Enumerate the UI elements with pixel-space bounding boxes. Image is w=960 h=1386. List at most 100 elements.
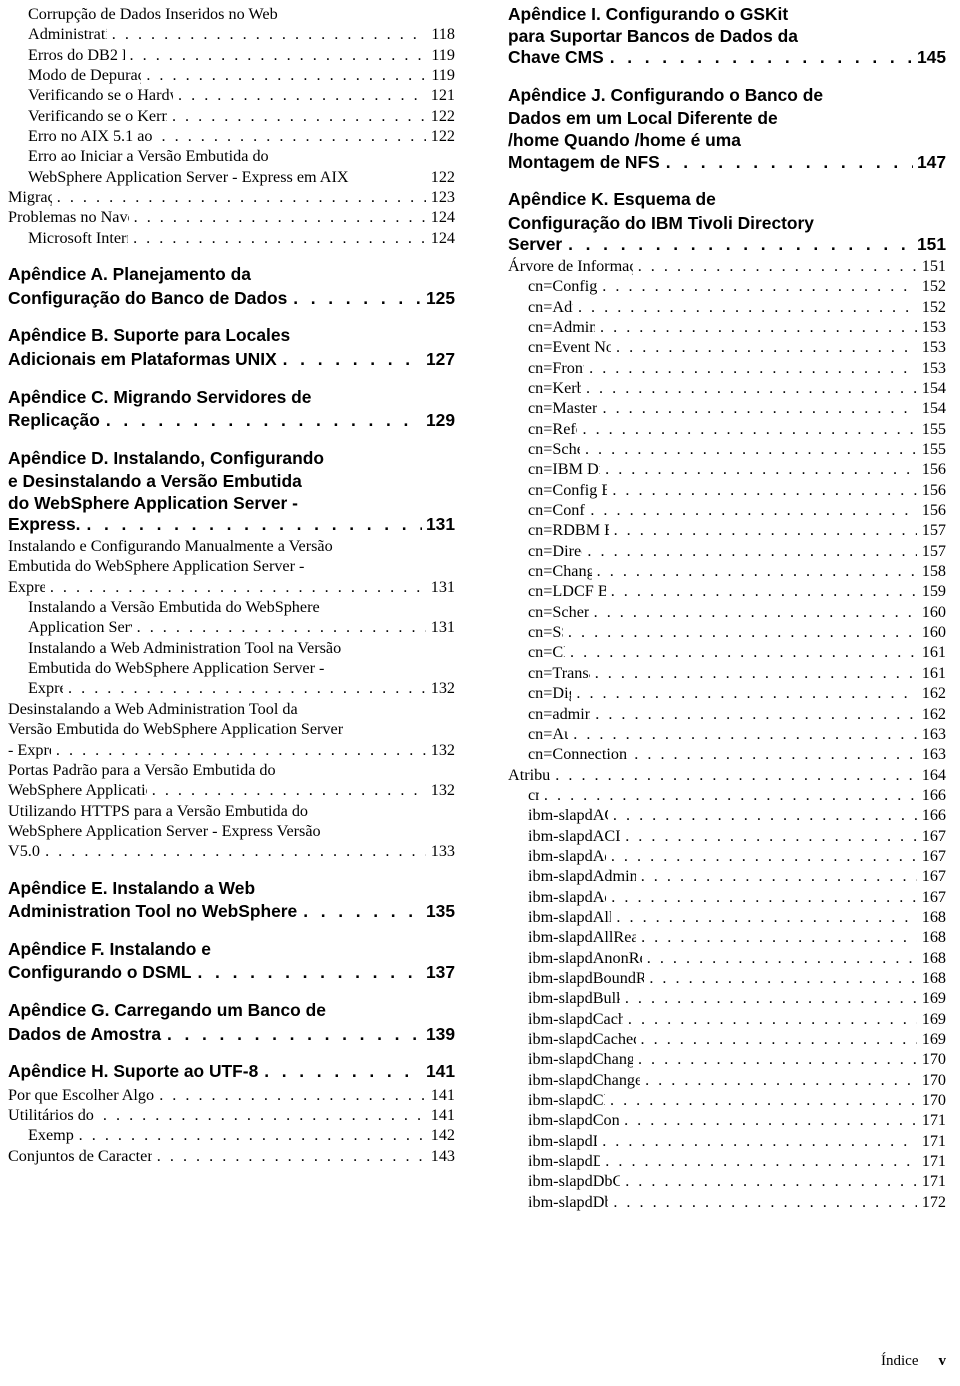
toc-appendix-heading[interactable]: Dados em um Local Diferente de [508,108,946,130]
toc-entry[interactable]: ibm-slapdBoundReapingThreshold. . . . . … [508,968,946,988]
toc-entry[interactable]: cn=RDBM Backends. . . . . . . . . . . . … [508,520,946,540]
toc-entry[interactable]: Utilizando HTTPS para a Versão Embutida … [8,801,455,821]
toc-entry[interactable]: Verificando se o Kernel do AIX é de 64 B… [8,106,455,126]
toc-entry[interactable]: cn=Event Notification. . . . . . . . . .… [508,337,946,357]
toc-entry[interactable]: cn=SSL. . . . . . . . . . . . . . . . . … [508,622,946,642]
toc-entry[interactable]: Instalando a Web Administration Tool na … [8,638,455,658]
toc-entry[interactable]: WebSphere Application Server - Express. … [8,780,455,800]
toc-appendix-heading[interactable]: Express.. . . . . . . . . . . . . . . . … [8,514,455,536]
toc-entry[interactable]: Administration Tool. . . . . . . . . . .… [8,24,455,44]
toc-entry[interactable]: Express. . . . . . . . . . . . . . . . .… [8,577,455,597]
toc-entry[interactable]: cn=Directory . . . . . . . . . . . . . . … [508,541,946,561]
toc-entry[interactable]: cn=SchemaDB. . . . . . . . . . . . . . .… [508,602,946,622]
toc-entry[interactable]: ibm-slapdDBAlias. . . . . . . . . . . . … [508,1151,946,1171]
toc-entry[interactable]: ibm-slapdACLCacheSize. . . . . . . . . .… [508,826,946,846]
toc-entry[interactable]: ibm-slapdAdminGroupEnabled. . . . . . . … [508,866,946,886]
toc-entry[interactable]: ibm-slapdAdminPW . . . . . . . . . . . . … [508,887,946,907]
toc-entry[interactable]: cn=Admin. . . . . . . . . . . . . . . . … [508,297,946,317]
toc-entry[interactable]: ibm-slapdCachedAttributeSize.. . . . . .… [508,1029,946,1049]
toc-entry[interactable]: cn=Master Server. . . . . . . . . . . . … [508,398,946,418]
toc-appendix-heading[interactable]: /home Quando /home é uma [508,130,946,152]
toc-appendix-heading[interactable]: Montagem de NFS. . . . . . . . . . . . .… [508,152,946,174]
toc-appendix-heading[interactable]: Apêndice F. Instalando e [8,939,455,961]
toc-entry[interactable]: ibm-slapdChangeLogMaxAge. . . . . . . . … [508,1049,946,1069]
toc-appendix-heading[interactable]: Configuração do IBM Tivoli Directory [508,213,946,235]
toc-appendix-heading[interactable]: Apêndice A. Planejamento da [8,264,455,286]
toc-entry[interactable]: ibm-slapdAllowAnon.. . . . . . . . . . .… [508,907,946,927]
toc-entry[interactable]: Embutida do WebSphere Application Server… [8,556,455,576]
toc-entry[interactable]: Utilitários do Servidor. . . . . . . . .… [8,1105,455,1125]
toc-entry[interactable]: Por que Escolher Algo Diferente do UTF-8… [8,1085,455,1105]
toc-entry[interactable]: cn=Transaction. . . . . . . . . . . . . … [508,663,946,683]
toc-entry[interactable]: ibm-slapdCLIErrors. . . . . . . . . . . … [508,1090,946,1110]
toc-entry[interactable]: cn=Change Log. . . . . . . . . . . . . .… [508,561,946,581]
toc-appendix-heading[interactable]: Apêndice K. Esquema de [508,189,946,211]
toc-entry[interactable]: Migração. . . . . . . . . . . . . . . . … [8,187,455,207]
toc-appendix-heading[interactable]: Apêndice H. Suporte ao UTF-8. . . . . . … [8,1061,455,1083]
toc-entry[interactable]: ibm-slapdDbConnections. . . . . . . . . … [508,1171,946,1191]
toc-entry[interactable]: Erro ao Iniciar a Versão Embutida do [8,146,455,166]
toc-appendix-heading[interactable]: Apêndice G. Carregando um Banco de [8,1000,455,1022]
toc-appendix-heading[interactable]: Apêndice J. Configurando o Banco de [508,85,946,107]
toc-entry[interactable]: Atributos. . . . . . . . . . . . . . . .… [508,765,946,785]
toc-appendix-heading[interactable]: Apêndice D. Instalando, Configurando [8,448,455,470]
toc-appendix-heading[interactable]: Apêndice C. Migrando Servidores de [8,387,455,409]
toc-entry[interactable]: ibm-slapdChangeLogMaxEntries. . . . . . … [508,1070,946,1090]
toc-entry[interactable]: Versão Embutida do WebSphere Application… [8,719,455,739]
toc-entry[interactable]: ibm-slapdCachedAttribute. . . . . . . . … [508,1009,946,1029]
toc-entry[interactable]: ibm-slapdAllReapingThreshold. . . . . . … [508,927,946,947]
toc-entry[interactable]: Portas Padrão para a Versão Embutida do [8,760,455,780]
toc-entry[interactable]: cn=Kerberos. . . . . . . . . . . . . . .… [508,378,946,398]
toc-entry[interactable]: cn. . . . . . . . . . . . . . . . . . . … [508,785,946,805]
toc-entry[interactable]: ibm-slapdDbInstance . . . . . . . . . . .… [508,1192,946,1212]
toc-entry[interactable]: cn=AdminGroup. . . . . . . . . . . . . .… [508,317,946,337]
toc-entry[interactable]: cn=Schemas. . . . . . . . . . . . . . . … [508,439,946,459]
toc-entry[interactable]: Application Server - Express. . . . . . … [8,617,455,637]
toc-entry[interactable]: Embutida do WebSphere Application Server… [8,658,455,678]
toc-appendix-heading[interactable]: Apêndice I. Configurando o GSKit [508,4,946,26]
toc-appendix-heading[interactable]: Dados de Amostra. . . . . . . . . . . . … [8,1024,455,1046]
toc-entry[interactable]: cn=Digest . . . . . . . . . . . . . . . .… [508,683,946,703]
toc-entry[interactable]: ibm-slapdDB2CP . . . . . . . . . . . . . … [508,1131,946,1151]
toc-entry[interactable]: Instalando e Configurando Manualmente a … [8,536,455,556]
toc-entry[interactable]: - Express. . . . . . . . . . . . . . . .… [8,740,455,760]
toc-entry[interactable]: Microsoft Internet Explorer . . . . . . .… [8,228,455,248]
toc-appendix-heading[interactable]: Replicação. . . . . . . . . . . . . . . … [8,410,455,432]
toc-appendix-heading[interactable]: e Desinstalando a Versão Embutida [8,471,455,493]
toc-entry[interactable]: cn=ConfigDB . . . . . . . . . . . . . . .… [508,500,946,520]
toc-entry[interactable]: cn=Audit. . . . . . . . . . . . . . . . … [508,724,946,744]
toc-appendix-heading[interactable]: Adicionais em Plataformas UNIX. . . . . … [8,349,455,371]
toc-appendix-heading[interactable]: Administration Tool no WebSphere. . . . … [8,901,455,923]
toc-entry[interactable]: cn=LDCF Backends. . . . . . . . . . . . … [508,581,946,601]
toc-entry[interactable]: Erro no AIX 5.1 ao Executar o db2start. … [8,126,455,146]
toc-appendix-heading[interactable]: Configurando o DSML. . . . . . . . . . .… [8,962,455,984]
toc-entry[interactable]: cn=CRL . . . . . . . . . . . . . . . . . … [508,642,946,662]
toc-appendix-heading[interactable]: para Suportar Bancos de Dados da [508,26,946,48]
toc-entry[interactable]: Modo de Depuração do Servidor. . . . . .… [8,65,455,85]
toc-entry[interactable]: WebSphere Application Server - Express V… [8,821,455,841]
toc-entry[interactable]: Express. . . . . . . . . . . . . . . . .… [8,678,455,698]
toc-entry[interactable]: cn=Config Backends. . . . . . . . . . . … [508,480,946,500]
toc-appendix-heading[interactable]: Configuração do Banco de Dados. . . . . … [8,288,455,310]
toc-entry[interactable]: WebSphere Application Server - Express e… [8,167,455,187]
toc-entry[interactable]: Conjuntos de Caracteres Suportados IANA.… [8,1146,455,1166]
toc-entry[interactable]: Exemplos.. . . . . . . . . . . . . . . .… [8,1125,455,1145]
toc-entry[interactable]: Problemas no Navegador da Web. . . . . .… [8,207,455,227]
toc-appendix-heading[interactable]: Apêndice E. Instalando a Web [8,878,455,900]
toc-entry[interactable]: Corrupção de Dados Inseridos no Web [8,4,455,24]
toc-appendix-heading[interactable]: Apêndice B. Suporte para Locales [8,325,455,347]
toc-appendix-heading[interactable]: Server. . . . . . . . . . . . . . . . . … [508,234,946,256]
toc-entry[interactable]: Verificando se o Hardware do AIX é de 64… [8,85,455,105]
toc-entry[interactable]: ibm-slapdACLCache. . . . . . . . . . . .… [508,805,946,825]
toc-entry[interactable]: ibm-slapdAnonReapingThreshold. . . . . .… [508,948,946,968]
toc-appendix-heading[interactable]: Chave CMS. . . . . . . . . . . . . . . .… [508,47,946,69]
toc-entry[interactable]: cn=admin audit. . . . . . . . . . . . . … [508,704,946,724]
toc-entry[interactable]: ibm-slapdConcurrentRW. . . . . . . . . .… [508,1110,946,1130]
toc-appendix-heading[interactable]: do WebSphere Application Server - [8,493,455,515]
toc-entry[interactable]: cn=Connection Management . . . . . . . . … [508,744,946,764]
toc-entry[interactable]: V5.0.2 . . . . . . . . . . . . . . . . . … [8,841,455,861]
toc-entry[interactable]: cn=IBM Directory . . . . . . . . . . . . … [508,459,946,479]
toc-entry[interactable]: cn=Front End. . . . . . . . . . . . . . … [508,358,946,378]
toc-entry[interactable]: cn=Referral . . . . . . . . . . . . . . .… [508,419,946,439]
toc-entry[interactable]: Erros do DB2 Registrados. . . . . . . . … [8,45,455,65]
